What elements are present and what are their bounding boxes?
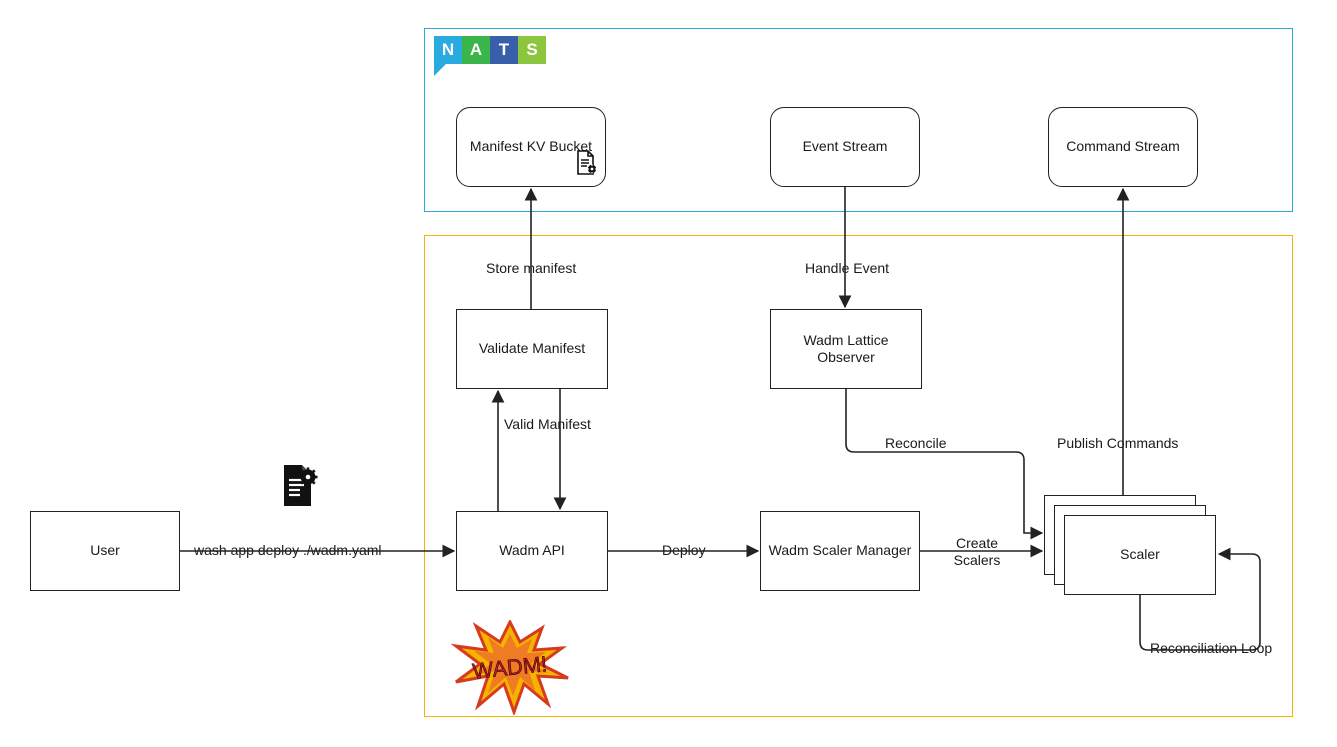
node-user: User	[30, 511, 180, 591]
node-label: User	[90, 542, 120, 560]
node-wadm-lattice-observer: Wadm Lattice Observer	[770, 309, 922, 389]
nats-letter-t: T	[490, 36, 518, 64]
edge-label-publish-commands: Publish Commands	[1055, 435, 1180, 451]
edge-label-reconcile: Reconcile	[883, 435, 948, 451]
node-label: Validate Manifest	[479, 340, 585, 358]
node-label: Command Stream	[1066, 138, 1180, 156]
nats-letter-a: A	[462, 36, 490, 64]
node-label: Wadm API	[499, 542, 565, 560]
edge-label-handle-event: Handle Event	[803, 260, 891, 276]
node-scaler: Scaler	[1064, 515, 1216, 595]
document-gear-icon	[575, 150, 597, 181]
edge-label-valid-manifest: Valid Manifest	[502, 416, 593, 432]
edge-label-create-scalers: Create Scalers	[940, 535, 1014, 569]
node-event-stream: Event Stream	[770, 107, 920, 187]
document-gear-icon	[278, 463, 318, 512]
node-label: Scaler	[1120, 546, 1160, 564]
node-wadm-scaler-manager: Wadm Scaler Manager	[760, 511, 920, 591]
edge-label-store-manifest: Store manifest	[484, 260, 578, 276]
node-wadm-api: Wadm API	[456, 511, 608, 591]
node-label: Event Stream	[803, 138, 888, 156]
edge-label-wash-deploy: wash app deploy ./wadm.yaml	[192, 542, 384, 558]
node-label: Wadm Lattice Observer	[777, 332, 915, 367]
wadm-burst-badge: WADM!	[450, 620, 570, 718]
node-command-stream: Command Stream	[1048, 107, 1198, 187]
edge-label-deploy: Deploy	[660, 542, 708, 558]
node-label: Manifest KV Bucket	[470, 138, 592, 156]
nats-letter-s: S	[518, 36, 546, 64]
nats-letter-n: N	[434, 36, 462, 64]
node-manifest-kv-bucket: Manifest KV Bucket	[456, 107, 606, 187]
node-validate-manifest: Validate Manifest	[456, 309, 608, 389]
edge-label-reconciliation-loop: Reconciliation Loop	[1148, 640, 1274, 656]
nats-logo: N A T S	[434, 36, 546, 64]
diagram-canvas: N A T S Manifest KV Bucket	[0, 0, 1337, 747]
node-label: Wadm Scaler Manager	[769, 542, 912, 560]
